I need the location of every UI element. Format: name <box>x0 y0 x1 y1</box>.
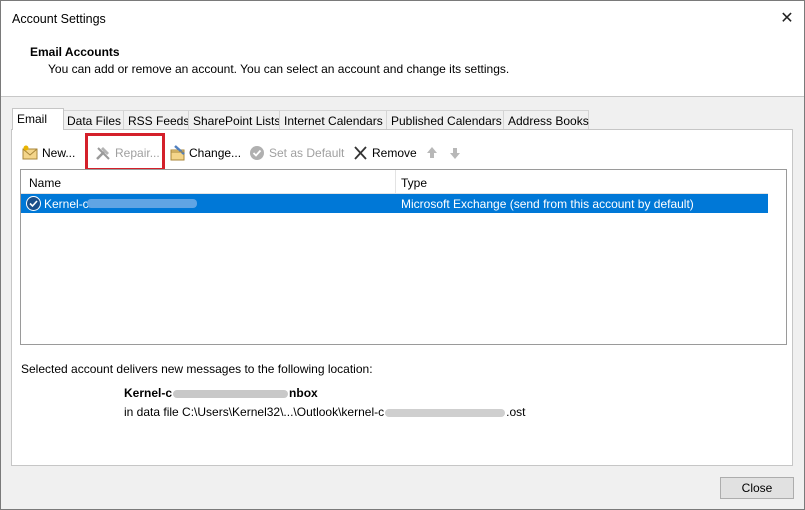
new-button[interactable]: New... <box>22 142 75 164</box>
repair-highlight-annotation <box>85 133 165 171</box>
list-header: Name Type <box>21 170 768 194</box>
account-settings-dialog: Account Settings ✕ Email Accounts You ca… <box>0 0 805 510</box>
account-list: Name Type Kernel-c Microsoft Exchange (s… <box>20 169 787 345</box>
remove-button[interactable]: Remove <box>352 142 417 164</box>
move-down-button[interactable] <box>448 142 468 164</box>
arrow-up-icon <box>425 145 443 161</box>
remove-label: Remove <box>372 146 417 160</box>
delivery-folder-suffix: nbox <box>289 386 318 400</box>
tab-published-calendars[interactable]: Published Calendars <box>386 110 504 129</box>
close-icon[interactable]: ✕ <box>773 7 801 31</box>
new-account-icon <box>22 145 40 161</box>
title-bar: Account Settings ✕ <box>1 1 804 37</box>
header-description: You can add or remove an account. You ca… <box>48 62 510 76</box>
delivery-path-prefix: in data file C:\Users\Kernel32\...\Outlo… <box>124 405 385 419</box>
column-header-name[interactable]: Name <box>29 176 61 190</box>
tab-internet-calendars[interactable]: Internet Calendars <box>279 110 387 129</box>
redacted-address <box>173 389 289 398</box>
delivery-folder: Kernel-c nbox <box>124 386 318 400</box>
account-row[interactable]: Kernel-c Microsoft Exchange (send from t… <box>21 194 768 213</box>
change-account-icon <box>169 145 187 161</box>
toolbar: New... Repair... Change... Set as Defaul… <box>22 133 622 171</box>
window-title: Account Settings <box>12 12 106 26</box>
arrow-down-icon <box>448 145 466 161</box>
header: Email Accounts You can add or remove an … <box>1 37 804 97</box>
column-header-type[interactable]: Type <box>401 176 427 190</box>
close-button[interactable]: Close <box>720 477 794 499</box>
email-tab-panel: New... Repair... Change... Set as Defaul… <box>11 129 793 466</box>
tab-address-books[interactable]: Address Books <box>503 110 589 129</box>
tab-sharepoint-lists[interactable]: SharePoint Lists <box>188 110 280 129</box>
tab-data-files[interactable]: Data Files <box>62 110 124 129</box>
check-circle-icon <box>249 145 267 161</box>
redacted-filename <box>385 408 506 417</box>
delivery-path-suffix: .ost <box>506 405 526 419</box>
delivery-folder-prefix: Kernel-c <box>124 386 173 400</box>
new-label: New... <box>42 146 76 160</box>
delivery-data-file: in data file C:\Users\Kernel32\...\Outlo… <box>124 405 525 419</box>
redacted-email <box>87 199 197 208</box>
set-default-button[interactable]: Set as Default <box>249 142 344 164</box>
tab-email[interactable]: Email <box>12 108 64 130</box>
tab-rss-feeds[interactable]: RSS Feeds <box>123 110 189 129</box>
column-divider[interactable] <box>395 170 396 194</box>
header-title: Email Accounts <box>30 45 120 59</box>
change-button[interactable]: Change... <box>169 142 241 164</box>
default-account-check-icon <box>26 196 41 211</box>
account-type: Microsoft Exchange (send from this accou… <box>401 197 694 211</box>
delivery-location-label: Selected account delivers new messages t… <box>21 362 373 376</box>
move-up-button[interactable] <box>425 142 445 164</box>
account-name: Kernel-c <box>44 197 89 211</box>
remove-x-icon <box>352 145 370 161</box>
set-default-label: Set as Default <box>269 146 345 160</box>
change-label: Change... <box>189 146 242 160</box>
